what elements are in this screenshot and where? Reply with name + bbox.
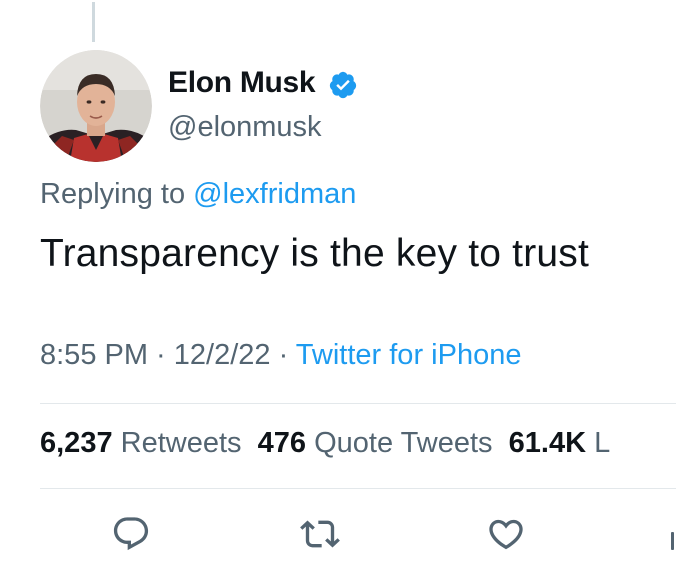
replying-to-line: Replying to @lexfridman (40, 178, 356, 211)
reply-icon[interactable] (111, 514, 151, 554)
tweet-text: Transparency is the key to trust (40, 232, 590, 275)
meta-separator: · (270, 339, 296, 371)
reply-mention-link[interactable]: @lexfridman (193, 178, 356, 210)
author-display-name[interactable]: Elon Musk (168, 66, 316, 100)
share-icon[interactable] (671, 532, 674, 550)
quote-tweets-label: Quote Tweets (306, 427, 493, 459)
divider (40, 488, 676, 489)
replying-to-label: Replying to (40, 178, 194, 210)
avatar-image (40, 50, 152, 162)
quote-tweets-count: 476 (257, 427, 307, 459)
tweet-source-link[interactable]: Twitter for iPhone (296, 339, 522, 371)
likes-count: 61.4K (508, 427, 587, 459)
retweets-stat[interactable]: 6,237 Retweets (40, 427, 242, 459)
author-avatar[interactable] (40, 50, 152, 162)
retweet-icon[interactable] (300, 514, 340, 554)
thread-connector-line (92, 2, 95, 42)
likes-label: L (586, 427, 611, 459)
tweet-date[interactable]: 12/2/22 (174, 339, 271, 371)
engagement-stats: 6,237 Retweets 476 Quote Tweets 61.4K L (40, 427, 610, 460)
like-icon[interactable] (486, 514, 526, 554)
retweets-count: 6,237 (40, 427, 113, 459)
likes-stat[interactable]: 61.4K L (509, 427, 611, 459)
verified-badge-icon (328, 70, 358, 100)
tweet-meta: 8:55 PM · 12/2/22 · Twitter for iPhone (40, 339, 521, 372)
retweets-label: Retweets (112, 427, 242, 459)
tweet-time[interactable]: 8:55 PM (40, 339, 148, 371)
meta-separator: · (148, 339, 174, 371)
author-handle[interactable]: @elonmusk (168, 111, 322, 144)
divider (40, 403, 676, 404)
quote-tweets-stat[interactable]: 476 Quote Tweets (258, 427, 493, 459)
